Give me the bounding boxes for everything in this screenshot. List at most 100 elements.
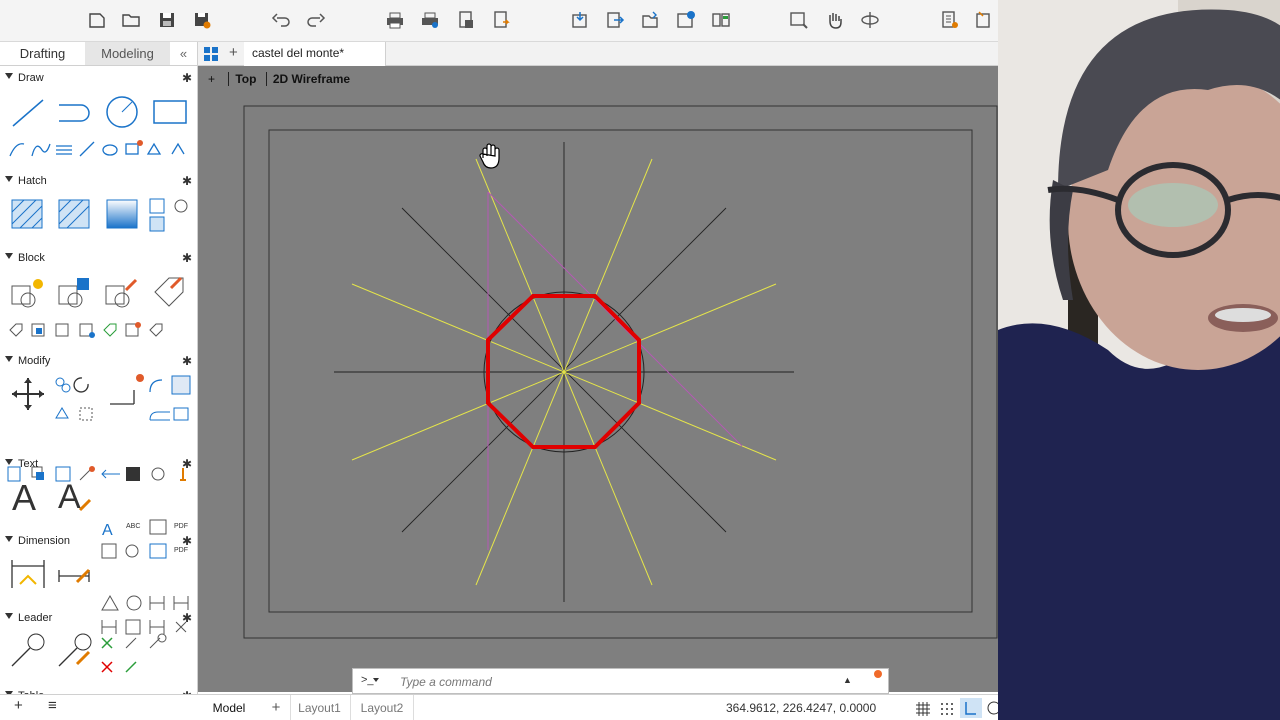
publish-icon[interactable] bbox=[491, 10, 511, 30]
draw-small-tools-row[interactable] bbox=[6, 138, 192, 160]
export-icon[interactable] bbox=[605, 10, 625, 30]
import-icon[interactable] bbox=[570, 10, 590, 30]
collapse-triangle-icon bbox=[5, 253, 13, 259]
dim-style-icon[interactable] bbox=[57, 556, 93, 592]
section-block-header[interactable]: Block ✱ bbox=[0, 250, 198, 268]
hatch-tool-icon[interactable] bbox=[10, 198, 44, 230]
snap-mode-icon[interactable] bbox=[939, 701, 955, 717]
zoom-window-icon[interactable] bbox=[789, 10, 809, 30]
redo-icon[interactable] bbox=[306, 10, 326, 30]
save-icon[interactable] bbox=[157, 10, 177, 30]
command-prompt-icon[interactable]: >_ bbox=[361, 674, 374, 686]
gear-icon[interactable]: ✱ bbox=[182, 534, 192, 548]
dimension-tool-icon[interactable] bbox=[10, 556, 46, 592]
drawing-canvas[interactable] bbox=[198, 66, 998, 666]
single-line-text-icon[interactable]: A bbox=[58, 478, 94, 514]
boundary-tools-icon[interactable] bbox=[148, 197, 192, 233]
modify-tools-grid[interactable] bbox=[52, 372, 197, 452]
file-tabs-grid-icon[interactable] bbox=[203, 46, 219, 62]
multiline-text-icon[interactable]: A bbox=[12, 478, 44, 514]
gear-icon[interactable]: ✱ bbox=[182, 71, 192, 85]
gear-icon[interactable]: ✱ bbox=[182, 354, 192, 368]
section-dimension-header[interactable]: Dimension ✱ bbox=[0, 533, 198, 551]
section-draw-header[interactable]: Draw ✱ bbox=[0, 70, 198, 88]
section-modify-header[interactable]: Modify ✱ bbox=[0, 353, 198, 371]
polyline-tool-icon[interactable] bbox=[56, 97, 96, 129]
create-block-icon[interactable] bbox=[57, 276, 93, 310]
section-hatch-label: Hatch bbox=[18, 175, 47, 187]
gear-icon[interactable]: ✱ bbox=[182, 457, 192, 471]
pan-hand-icon[interactable] bbox=[825, 10, 845, 30]
section-leader-header[interactable]: Leader ✱ bbox=[0, 610, 198, 628]
edit-block-icon[interactable] bbox=[104, 276, 140, 310]
move-tool-icon[interactable] bbox=[10, 376, 46, 412]
add-layout-button[interactable]: + bbox=[266, 695, 286, 720]
open-folder-icon[interactable] bbox=[121, 10, 141, 30]
notification-dot-icon bbox=[874, 670, 882, 678]
polar-tracking-icon[interactable] bbox=[985, 700, 998, 716]
command-input[interactable]: Type a command bbox=[400, 675, 492, 689]
webcam-overlay bbox=[998, 0, 1280, 720]
grid-icon[interactable] bbox=[915, 701, 931, 717]
batch-print-icon[interactable] bbox=[420, 10, 440, 30]
compare-icon[interactable] bbox=[711, 10, 731, 30]
leader-style-icon[interactable] bbox=[57, 632, 93, 668]
add-palette-button[interactable]: + bbox=[14, 697, 23, 714]
web-mobile-icon[interactable] bbox=[676, 10, 696, 30]
gear-icon[interactable]: ✱ bbox=[182, 174, 192, 188]
svg-text:A: A bbox=[58, 478, 81, 514]
collapse-triangle-icon bbox=[5, 73, 13, 79]
undo-icon[interactable] bbox=[271, 10, 291, 30]
tab-modeling[interactable]: Modeling bbox=[85, 42, 170, 65]
collapse-triangle-icon bbox=[5, 356, 13, 362]
line-tool-icon[interactable] bbox=[10, 97, 46, 129]
properties-icon[interactable] bbox=[940, 10, 960, 30]
tab-layout1[interactable]: Layout1 bbox=[290, 695, 348, 720]
gear-icon[interactable]: ✱ bbox=[182, 251, 192, 265]
save-as-icon[interactable] bbox=[192, 10, 212, 30]
tab-model[interactable]: Model bbox=[198, 695, 260, 720]
svg-text:A: A bbox=[12, 478, 36, 514]
svg-text:PDF: PDF bbox=[174, 523, 188, 530]
cad-application: Drafting Modeling « Draw ✱ Hatch ✱ Block… bbox=[0, 0, 998, 720]
share-icon[interactable] bbox=[640, 10, 660, 30]
collapse-triangle-icon bbox=[5, 176, 13, 182]
paper-inner-border bbox=[268, 129, 973, 613]
command-line[interactable]: >_ Type a command ▲ bbox=[352, 668, 889, 694]
hatch-edit-icon[interactable] bbox=[57, 198, 91, 230]
palette-menu-icon[interactable]: ≡ bbox=[48, 697, 57, 714]
section-text-header[interactable]: Text ✱ bbox=[0, 456, 198, 474]
tab-drafting[interactable]: Drafting bbox=[0, 42, 85, 65]
page-setup-icon[interactable] bbox=[456, 10, 476, 30]
command-expand-icon[interactable]: ▲ bbox=[843, 675, 852, 685]
pan-cursor-icon bbox=[479, 143, 500, 169]
print-icon[interactable] bbox=[385, 10, 405, 30]
rectangle-tool-icon[interactable] bbox=[151, 97, 189, 127]
file-tab-castel-del-monte[interactable]: castel del monte* bbox=[244, 42, 386, 66]
attribute-block-icon[interactable] bbox=[151, 274, 187, 310]
layer-properties-icon[interactable] bbox=[974, 10, 994, 30]
new-tab-button[interactable]: + bbox=[229, 44, 238, 61]
section-hatch-header[interactable]: Hatch ✱ bbox=[0, 173, 198, 191]
command-history-dropdown-icon[interactable] bbox=[373, 678, 379, 682]
block-small-tools-row[interactable] bbox=[6, 320, 192, 340]
drawing-viewport[interactable]: + Top 2D Wireframe >_ Type a command ▲ bbox=[198, 66, 998, 694]
section-modify-label: Modify bbox=[18, 355, 51, 367]
collapse-palette-button[interactable]: « bbox=[170, 42, 197, 65]
palette-tabs: Drafting Modeling « bbox=[0, 42, 197, 66]
section-text-label: Text bbox=[18, 458, 39, 470]
leader-small-tools[interactable] bbox=[100, 632, 170, 676]
new-file-icon[interactable] bbox=[87, 10, 107, 30]
collapse-triangle-icon bbox=[5, 459, 13, 465]
coordinate-readout: 364.9612, 226.4247, 0.0000 bbox=[726, 701, 877, 715]
collapse-triangle-icon bbox=[5, 613, 13, 619]
insert-block-icon[interactable] bbox=[10, 276, 46, 310]
orbit-icon[interactable] bbox=[860, 10, 880, 30]
ortho-mode-icon[interactable] bbox=[960, 698, 982, 718]
gear-icon[interactable]: ✱ bbox=[182, 611, 192, 625]
tab-layout2[interactable]: Layout2 bbox=[350, 695, 414, 720]
toolbar bbox=[0, 0, 998, 42]
multileader-icon[interactable] bbox=[10, 632, 46, 668]
circle-tool-icon[interactable] bbox=[104, 94, 140, 130]
gradient-tool-icon[interactable] bbox=[105, 198, 139, 230]
